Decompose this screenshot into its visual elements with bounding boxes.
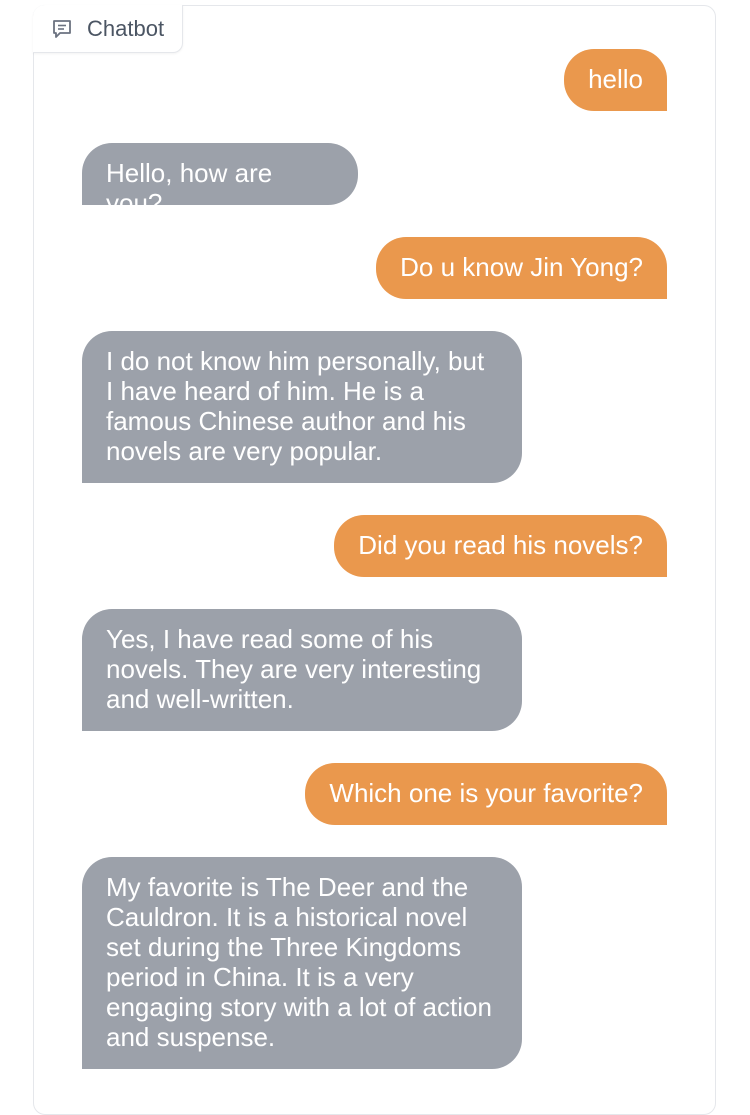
chatbot-label: Chatbot bbox=[33, 5, 184, 53]
bot-message: Yes, I have read some of his novels. The… bbox=[82, 609, 522, 731]
bot-message: Hello, how are you? bbox=[82, 143, 358, 218]
user-message: Do u know Jin Yong? bbox=[376, 237, 667, 299]
bot-message: My favorite is The Deer and the Cauldron… bbox=[82, 857, 522, 1069]
bot-message: I do not know him personally, but I have… bbox=[82, 331, 522, 483]
user-message: Did you read his novels? bbox=[334, 515, 667, 577]
user-message: hello bbox=[564, 49, 667, 111]
chatbot-label-text: Chatbot bbox=[87, 15, 165, 41]
chat-icon bbox=[51, 18, 73, 40]
user-message: Which one is your favorite? bbox=[305, 763, 667, 825]
